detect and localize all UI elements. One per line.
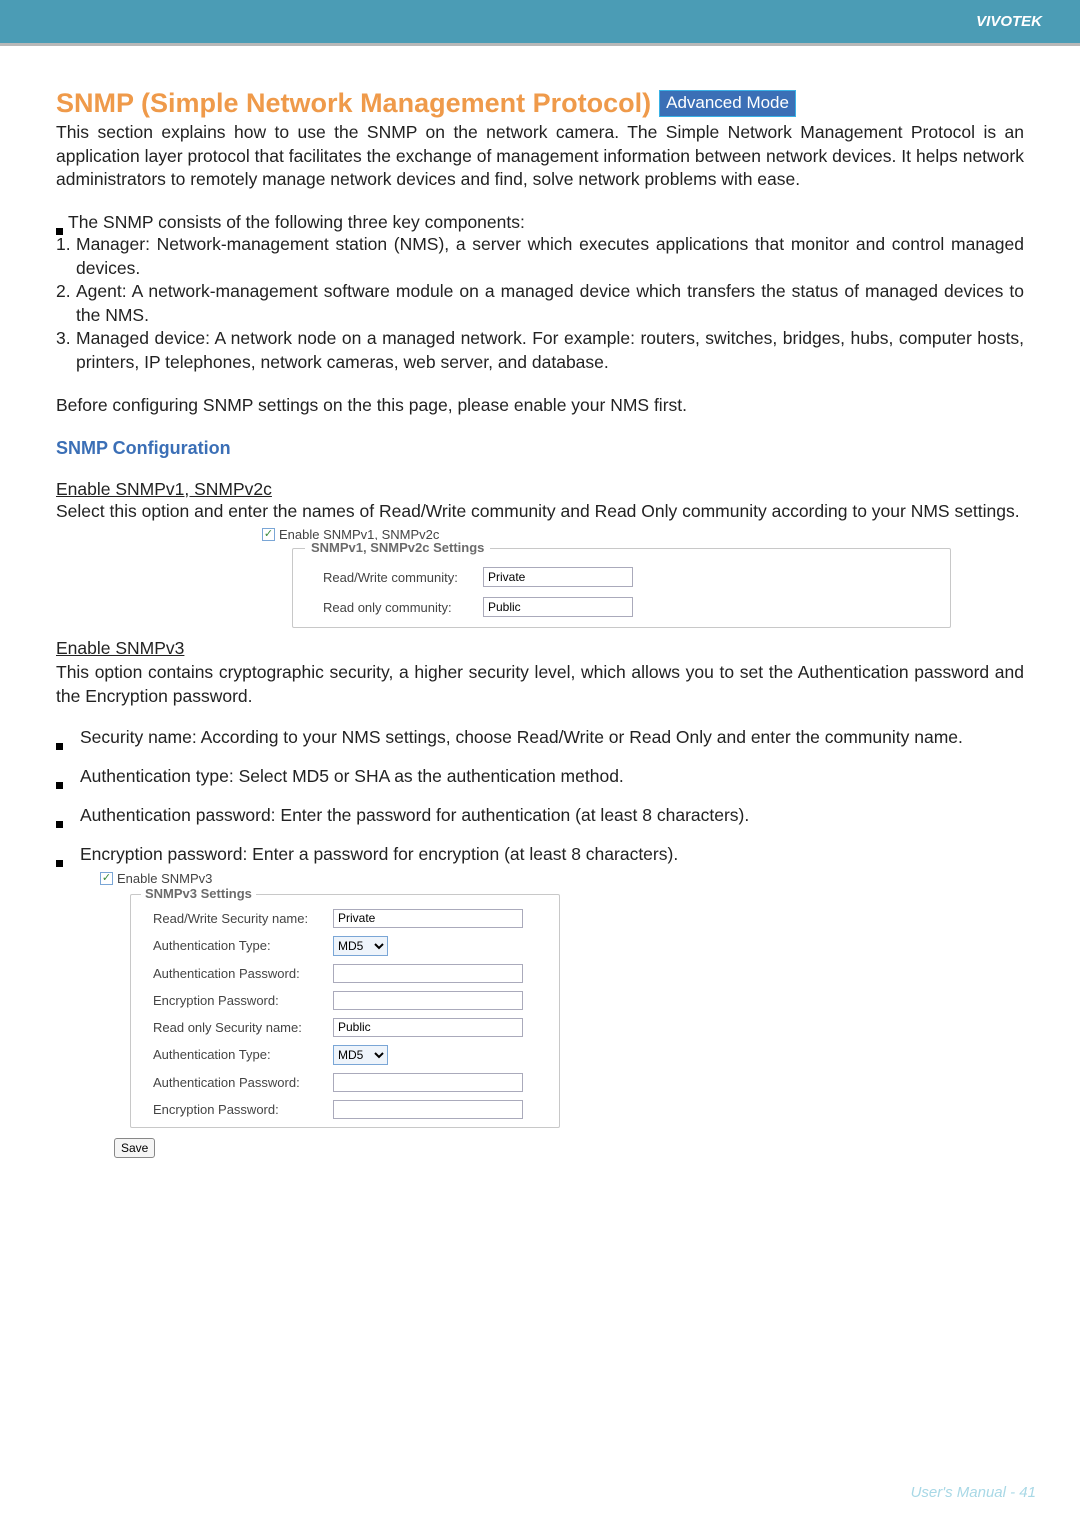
square-bullet-icon — [56, 805, 68, 826]
v3-item-text: Encryption password: Enter a password fo… — [68, 844, 678, 865]
auth-pw-label-1: Authentication Password: — [153, 966, 333, 981]
v3-item: Encryption password: Enter a password fo… — [56, 844, 1024, 865]
component-text: Agent: A network-management software mod… — [76, 280, 1024, 327]
rw-community-label: Read/Write community: — [323, 570, 483, 585]
auth-type-select-1[interactable]: MD5 — [333, 936, 388, 956]
auth-pw-label-2: Authentication Password: — [153, 1075, 333, 1090]
brand-label: VIVOTEK — [976, 13, 1042, 30]
ro-community-input[interactable] — [483, 597, 633, 617]
v3-item-text: Security name: According to your NMS set… — [68, 727, 1024, 748]
enable-v12-desc: Select this option and enter the names o… — [56, 500, 1024, 524]
auth-type-label-2: Authentication Type: — [153, 1047, 333, 1062]
square-bullet-icon — [56, 766, 68, 787]
header-band: VIVOTEK — [0, 0, 1080, 46]
v12-settings-fieldset: SNMPv1, SNMPv2c Settings Read/Write comm… — [292, 548, 951, 628]
snmp-config-subhead: SNMP Configuration — [56, 438, 1024, 459]
enc-pw-label-1: Encryption Password: — [153, 993, 333, 1008]
auth-pw-input-2[interactable] — [333, 1073, 523, 1092]
v3-item: Authentication password: Enter the passw… — [56, 805, 1024, 826]
component-item: 1. Manager: Network-management station (… — [56, 233, 1024, 280]
rw-security-label: Read/Write Security name: — [153, 911, 333, 926]
enc-pw-input-2[interactable] — [333, 1100, 523, 1119]
square-bullet-icon — [56, 844, 68, 865]
advanced-mode-badge: Advanced Mode — [659, 90, 796, 116]
enable-v12-head: Enable SNMPv1, SNMPv2c — [56, 479, 1024, 500]
enc-pw-label-2: Encryption Password: — [153, 1102, 333, 1117]
enable-v3-desc: This option contains cryptographic secur… — [56, 661, 1024, 708]
component-item: 3. Managed device: A network node on a m… — [56, 327, 1024, 374]
v3-item: Authentication type: Select MD5 or SHA a… — [56, 766, 1024, 787]
rw-community-input[interactable] — [483, 567, 633, 587]
v3-bullet-list: Security name: According to your NMS set… — [56, 727, 1024, 865]
enable-v3-checkbox-row: ✓ Enable SNMPv3 — [100, 871, 1024, 886]
snmp-v3-panel: ✓ Enable SNMPv3 SNMPv3 Settings Read/Wri… — [100, 871, 1024, 1158]
save-button[interactable]: Save — [114, 1138, 155, 1158]
v3-item-text: Authentication type: Select MD5 or SHA a… — [68, 766, 624, 787]
rw-security-input[interactable] — [333, 909, 523, 928]
component-num: 1. — [56, 233, 76, 280]
v3-settings-fieldset: SNMPv3 Settings Read/Write Security name… — [130, 894, 560, 1128]
auth-type-select-2[interactable]: MD5 — [333, 1045, 388, 1065]
intro-paragraph: This section explains how to use the SNM… — [56, 121, 1024, 192]
enable-v3-head: Enable SNMPv3 — [56, 638, 1024, 659]
ro-community-label: Read only community: — [323, 600, 483, 615]
component-item: 2. Agent: A network-management software … — [56, 280, 1024, 327]
snmp-v12-panel: ✓ Enable SNMPv1, SNMPv2c SNMPv1, SNMPv2c… — [262, 527, 951, 628]
component-text: Manager: Network-management station (NMS… — [76, 233, 1024, 280]
components-lead-text: The SNMP consists of the following three… — [68, 212, 525, 233]
component-text: Managed device: A network node on a mana… — [76, 327, 1024, 374]
components-block: The SNMP consists of the following three… — [56, 212, 1024, 375]
components-lead: The SNMP consists of the following three… — [56, 212, 1024, 233]
page-title: SNMP (Simple Network Management Protocol… — [56, 88, 651, 119]
ro-security-label: Read only Security name: — [153, 1020, 333, 1035]
v3-item-text: Authentication password: Enter the passw… — [68, 805, 749, 826]
page-content: SNMP (Simple Network Management Protocol… — [0, 46, 1080, 1158]
page-footer: User's Manual - 41 — [911, 1484, 1036, 1501]
enc-pw-input-1[interactable] — [333, 991, 523, 1010]
auth-type-label-1: Authentication Type: — [153, 938, 333, 953]
square-bullet-icon — [56, 212, 68, 233]
enable-v3-checkbox-label: Enable SNMPv3 — [117, 871, 212, 886]
v12-settings-legend: SNMPv1, SNMPv2c Settings — [305, 540, 490, 555]
before-config-note: Before configuring SNMP settings on the … — [56, 395, 1024, 416]
component-num: 3. — [56, 327, 76, 374]
ro-security-input[interactable] — [333, 1018, 523, 1037]
title-row: SNMP (Simple Network Management Protocol… — [56, 88, 1024, 119]
square-bullet-icon — [56, 727, 68, 748]
component-num: 2. — [56, 280, 76, 327]
v3-item: Security name: According to your NMS set… — [56, 727, 1024, 748]
checkbox-checked-icon[interactable]: ✓ — [100, 872, 113, 885]
checkbox-checked-icon[interactable]: ✓ — [262, 528, 275, 541]
auth-pw-input-1[interactable] — [333, 964, 523, 983]
v3-settings-legend: SNMPv3 Settings — [141, 886, 256, 901]
